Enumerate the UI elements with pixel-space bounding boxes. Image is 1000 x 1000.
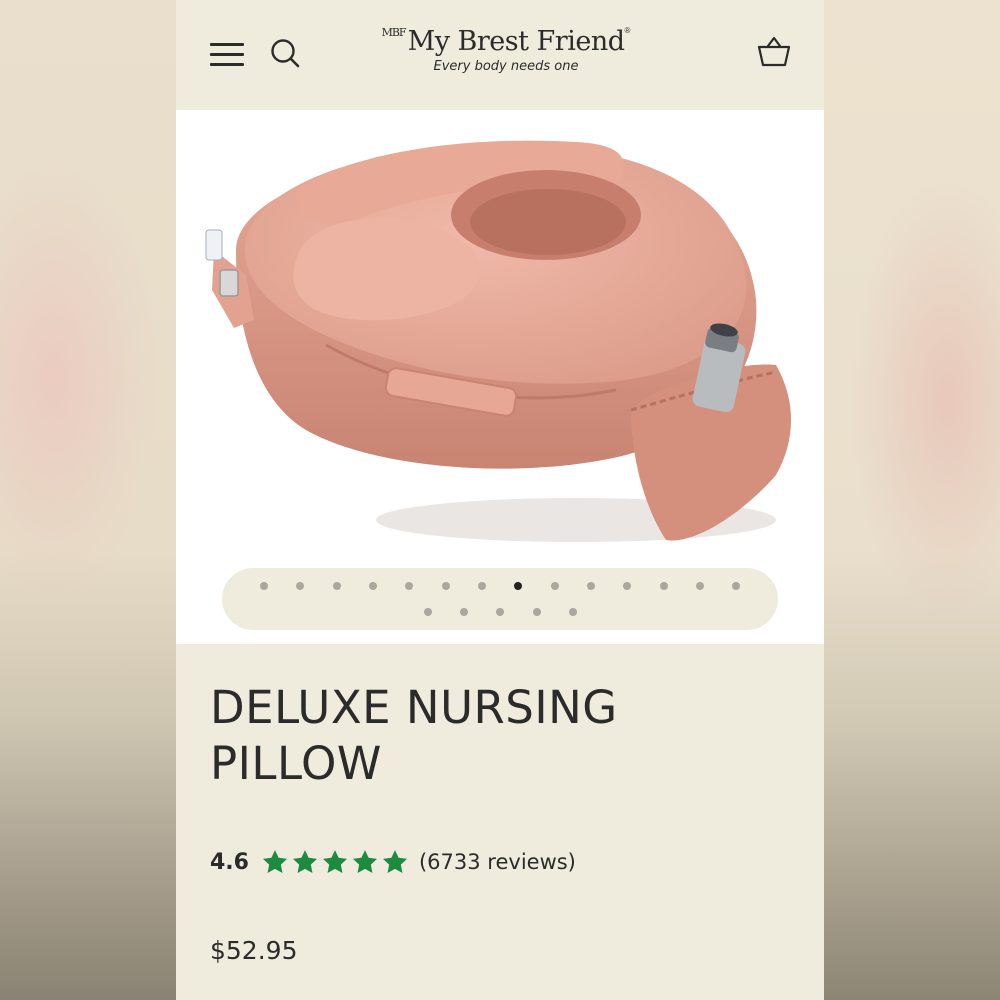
menu-icon-line bbox=[210, 63, 244, 66]
menu-button[interactable] bbox=[208, 40, 246, 68]
gallery-dot-4[interactable] bbox=[369, 582, 377, 590]
product-price: $52.95 bbox=[210, 936, 298, 965]
menu-icon-line bbox=[210, 53, 244, 56]
gallery-dot-18[interactable] bbox=[533, 608, 541, 616]
star-icon bbox=[352, 850, 378, 873]
brand-name: My Brest Friend bbox=[407, 26, 625, 57]
star-icon bbox=[322, 850, 348, 873]
logo-monogram: MBF bbox=[381, 26, 407, 39]
gallery-dot-11[interactable] bbox=[623, 582, 631, 590]
gallery-dot-13[interactable] bbox=[696, 582, 704, 590]
gallery-dot-1[interactable] bbox=[260, 582, 268, 590]
cart-button[interactable] bbox=[756, 34, 792, 70]
gallery-dot-8-active[interactable] bbox=[514, 582, 522, 590]
gallery-dot-5[interactable] bbox=[405, 582, 413, 590]
shopping-basket-icon bbox=[757, 36, 791, 67]
gallery-dot-7[interactable] bbox=[478, 582, 486, 590]
brand-logo[interactable]: MBFMy Brest Friend® Every body needs one bbox=[356, 26, 656, 74]
mobile-page: MBFMy Brest Friend® Every body needs one bbox=[176, 0, 824, 1000]
gallery-dot-17[interactable] bbox=[496, 608, 504, 616]
product-image-gallery[interactable] bbox=[176, 110, 824, 644]
search-button[interactable] bbox=[268, 36, 302, 70]
product-image bbox=[205, 140, 791, 542]
star-icon bbox=[382, 850, 408, 873]
gallery-dot-19[interactable] bbox=[569, 608, 577, 616]
gallery-dot-3[interactable] bbox=[333, 582, 341, 590]
gallery-pagination bbox=[222, 568, 778, 630]
product-title: DELUXE NURSING PILLOW bbox=[210, 681, 618, 790]
star-icon bbox=[262, 850, 288, 873]
background-right bbox=[824, 0, 1000, 1000]
star-rating bbox=[261, 848, 409, 876]
brand-tagline: Every body needs one bbox=[433, 59, 579, 74]
menu-icon-line bbox=[210, 43, 244, 46]
product-rating: 4.6 (6733 reviews) bbox=[210, 846, 576, 878]
gallery-dot-6[interactable] bbox=[442, 582, 450, 590]
star-icon bbox=[292, 850, 318, 873]
search-icon bbox=[271, 39, 300, 68]
site-header: MBFMy Brest Friend® Every body needs one bbox=[176, 0, 824, 110]
gallery-dot-12[interactable] bbox=[660, 582, 668, 590]
gallery-dot-14[interactable] bbox=[732, 582, 740, 590]
review-count-link[interactable]: (6733 reviews) bbox=[419, 850, 576, 874]
gallery-dot-15[interactable] bbox=[424, 608, 432, 616]
gallery-dot-9[interactable] bbox=[551, 582, 559, 590]
registered-mark: ® bbox=[624, 26, 631, 35]
gallery-dot-10[interactable] bbox=[587, 582, 595, 590]
rating-value: 4.6 bbox=[210, 849, 249, 875]
gallery-dot-16[interactable] bbox=[460, 608, 468, 616]
background-left bbox=[0, 0, 176, 1000]
gallery-dot-2[interactable] bbox=[296, 582, 304, 590]
